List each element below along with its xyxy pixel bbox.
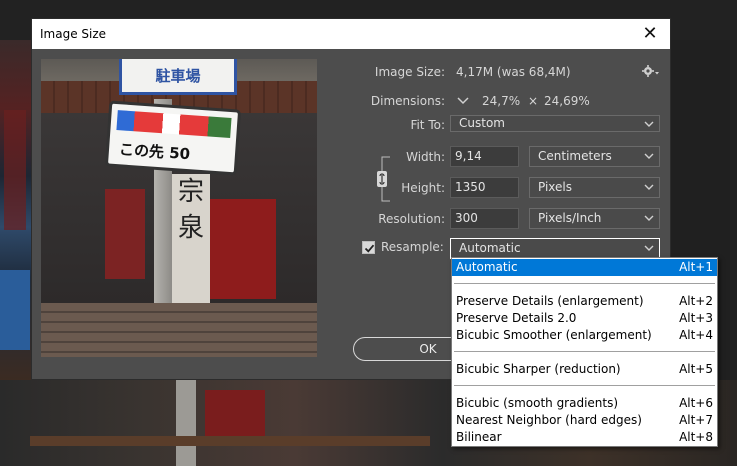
width-unit-select[interactable]: Centimeters <box>529 146 660 167</box>
canvas-image-left-strip <box>0 40 32 380</box>
preview-parking-sign: 駐車場 <box>119 59 237 95</box>
chevron-down-icon <box>644 153 654 159</box>
option-shortcut: Alt+6 <box>679 396 713 410</box>
preview-kanji-sign: 宗泉 <box>172 174 210 324</box>
height-unit-select[interactable]: Pixels <box>529 177 660 198</box>
preview-red-sign-left <box>105 189 145 279</box>
dimensions-width-percent: 24,7% <box>482 94 521 108</box>
dropdown-separator <box>454 385 715 386</box>
close-button[interactable]: ✕ <box>638 22 662 46</box>
option-label: Bicubic Smoother (enlargement) <box>456 328 652 342</box>
chevron-down-icon <box>644 121 654 127</box>
settings-gear-icon[interactable] <box>642 64 660 78</box>
canvas-blue-sign <box>0 270 30 350</box>
resample-option-automatic[interactable]: Automatic Alt+1 <box>452 259 717 276</box>
fit-to-value: Custom <box>459 116 505 130</box>
preview-parking-sign-text: 駐車場 <box>155 67 201 85</box>
option-shortcut: Alt+3 <box>679 311 713 325</box>
option-label: Preserve Details 2.0 <box>456 311 577 325</box>
resample-select[interactable]: Automatic <box>450 238 660 259</box>
option-shortcut: Alt+2 <box>679 294 713 308</box>
resample-option-nearest-neighbor[interactable]: Nearest Neighbor (hard edges) Alt+7 <box>452 412 717 429</box>
option-label: Bicubic (smooth gradients) <box>456 396 619 410</box>
option-shortcut: Alt+4 <box>679 328 713 342</box>
option-label: Preserve Details (enlargement) <box>456 294 644 308</box>
option-label: Bicubic Sharper (reduction) <box>456 362 621 376</box>
dimensions-label: Dimensions: <box>370 94 445 108</box>
photoshop-workspace: Image Size ✕ 宗泉 駐車場 この先 50 Image Size: 4… <box>0 0 737 466</box>
canvas-red-panel <box>205 390 265 440</box>
preview-sticker-sign: この先 50 <box>104 100 242 176</box>
resolution-input[interactable]: 300 <box>450 208 519 229</box>
fit-to-label: Fit To: <box>410 118 445 132</box>
dimensions-chevron-down-icon[interactable] <box>456 95 470 107</box>
resample-dropdown-list: Automatic Alt+1 Preserve Details (enlarg… <box>451 257 718 447</box>
option-label: Bilinear <box>456 430 502 444</box>
chevron-down-icon <box>644 245 654 251</box>
resample-option-bilinear[interactable]: Bilinear Alt+8 <box>452 429 717 446</box>
preview-fence <box>41 303 317 357</box>
resample-option-bicubic-sharper[interactable]: Bicubic Sharper (reduction) Alt+5 <box>452 361 717 378</box>
option-shortcut: Alt+8 <box>679 430 713 444</box>
option-shortcut: Alt+7 <box>679 413 713 427</box>
resample-value: Automatic <box>459 241 521 255</box>
image-size-value: 4,17M (was 68,4M) <box>456 65 571 79</box>
preview-red-sign-right <box>206 199 276 299</box>
resample-label: Resample: <box>381 240 444 254</box>
chevron-down-icon <box>644 184 654 190</box>
resample-option-bicubic[interactable]: Bicubic (smooth gradients) Alt+6 <box>452 395 717 412</box>
canvas-beam <box>30 436 430 446</box>
preview-sticker-band <box>116 110 232 138</box>
image-preview[interactable]: 宗泉 駐車場 この先 50 <box>41 59 317 357</box>
fit-to-select[interactable]: Custom <box>450 115 660 132</box>
dimensions-height-percent: 24,69% <box>544 94 590 108</box>
resample-option-preserve-details[interactable]: Preserve Details (enlargement) Alt+2 <box>452 293 717 310</box>
width-label: Width: <box>406 150 445 164</box>
option-label: Automatic <box>456 260 518 274</box>
resolution-label: Resolution: <box>378 212 445 226</box>
height-unit-value: Pixels <box>538 180 573 194</box>
dropdown-separator <box>454 351 715 352</box>
resample-checkbox[interactable] <box>362 241 375 254</box>
constrain-proportions-link-icon[interactable] <box>376 153 398 205</box>
height-input[interactable]: 1350 <box>450 177 519 198</box>
resolution-unit-select[interactable]: Pixels/Inch <box>529 208 660 229</box>
width-input[interactable]: 9,14 <box>450 146 519 167</box>
resample-option-bicubic-smoother[interactable]: Bicubic Smoother (enlargement) Alt+4 <box>452 327 717 344</box>
width-unit-value: Centimeters <box>538 149 612 163</box>
canvas-red-sign <box>4 110 26 230</box>
dropdown-separator <box>454 283 715 284</box>
canvas-post <box>176 380 196 466</box>
height-label: Height: <box>401 181 445 195</box>
resolution-unit-value: Pixels/Inch <box>538 211 602 225</box>
chevron-down-icon <box>644 215 654 221</box>
resample-option-preserve-details-2[interactable]: Preserve Details 2.0 Alt+3 <box>452 310 717 327</box>
option-shortcut: Alt+5 <box>679 362 713 376</box>
dialog-titlebar[interactable]: Image Size ✕ <box>32 19 670 49</box>
option-shortcut: Alt+1 <box>679 260 713 274</box>
image-size-label: Image Size: <box>374 65 445 79</box>
option-label: Nearest Neighbor (hard edges) <box>456 413 642 427</box>
preview-sticker-sign-text: この先 50 <box>118 140 191 164</box>
dimensions-times-symbol: × <box>528 94 539 108</box>
checkmark-icon <box>364 244 375 253</box>
dialog-title: Image Size <box>40 27 107 41</box>
